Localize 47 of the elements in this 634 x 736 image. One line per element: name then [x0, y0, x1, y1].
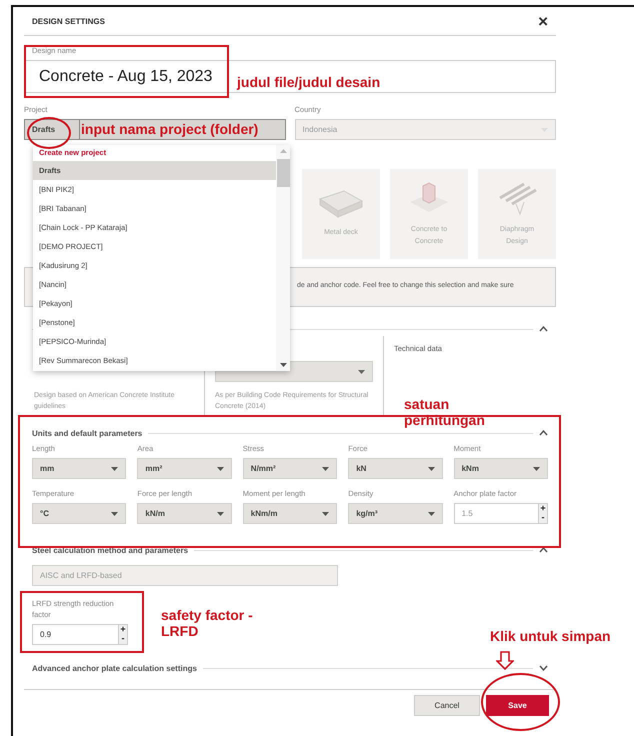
save-button[interactable]: Save	[486, 695, 549, 716]
caret-icon	[322, 512, 330, 516]
caret-icon	[322, 466, 330, 470]
caret-icon	[428, 466, 435, 470]
unit-select[interactable]: kN	[348, 458, 443, 479]
chevron-up-icon[interactable]	[539, 326, 548, 332]
unit-select[interactable]: mm	[32, 458, 126, 479]
unit-select[interactable]: °C	[32, 503, 126, 524]
caret-icon	[111, 512, 118, 516]
increment-button[interactable]: +	[119, 625, 127, 634]
annotation-text: input nama project (folder)	[80, 119, 286, 140]
scroll-thumb[interactable]	[276, 159, 290, 187]
annotation-text: judul file/judul desain	[237, 74, 380, 90]
scroll-down-icon[interactable]	[280, 363, 286, 367]
chevron-up-icon[interactable]	[539, 430, 548, 436]
unit-select[interactable]: N/mm²	[242, 458, 338, 479]
dialog-title: DESIGN SETTINGS	[32, 16, 105, 26]
caret-icon	[428, 512, 435, 516]
decrement-button[interactable]: -	[119, 634, 127, 643]
chevron-up-icon[interactable]	[539, 547, 548, 553]
caret-icon	[358, 370, 365, 374]
annotation-circle	[27, 117, 71, 149]
caret-icon	[533, 466, 540, 470]
caret-icon	[216, 512, 224, 516]
unit-select[interactable]: mm²	[137, 458, 232, 479]
caret-icon	[216, 466, 224, 470]
decrement-button[interactable]: -	[539, 513, 547, 522]
unit-select[interactable]: kNm/m	[242, 503, 338, 524]
cancel-button[interactable]: Cancel	[414, 695, 480, 716]
section-title: Units and default parameters	[32, 428, 142, 438]
chevron-down-icon[interactable]	[539, 665, 548, 671]
close-button[interactable]: ×	[538, 12, 548, 30]
unit-select[interactable]: kN/m	[137, 503, 232, 524]
unit-select[interactable]: kg/m³	[348, 503, 443, 524]
annotation-text: Klik untuk simpan	[490, 628, 611, 644]
number-input[interactable]: 0.9 + -	[32, 624, 128, 645]
unit-select[interactable]: kNm	[454, 458, 548, 479]
annotation-text: satuan perhitungan	[404, 396, 486, 428]
scrollbar[interactable]	[276, 145, 290, 371]
down-arrow-icon	[496, 651, 514, 670]
project-select[interactable]: Drafts	[24, 119, 80, 140]
increment-button[interactable]: +	[539, 504, 547, 513]
section-title: Advanced anchor plate calculation settings	[32, 664, 197, 672]
annotation-text: safety factor - LRFD	[161, 607, 254, 639]
caret-icon	[111, 466, 118, 470]
deck-icon	[318, 189, 364, 219]
number-input[interactable]: 1.5 + -	[454, 503, 548, 524]
